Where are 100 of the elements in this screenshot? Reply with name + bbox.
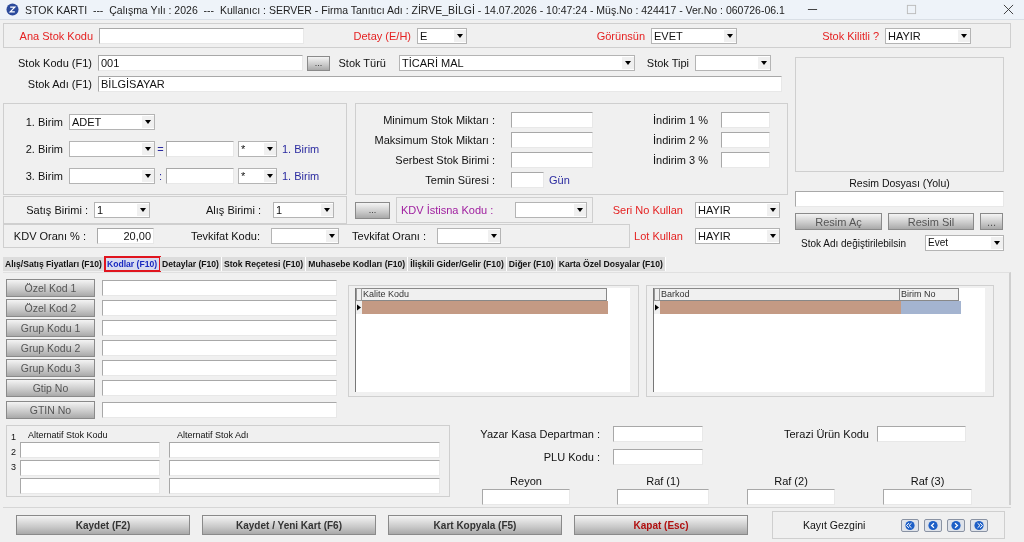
text-field[interactable] [747,489,835,505]
text-field[interactable] [20,478,160,494]
dropdown[interactable]: E [417,27,467,44]
text-field[interactable] [99,27,304,44]
image-button[interactable]: Resim Sil [888,213,974,230]
dropdown[interactable] [515,202,587,218]
dropdown[interactable] [437,228,501,244]
field-label: Stok Adı değiştirilebilsin [800,237,908,249]
tab[interactable]: Karta Özel Dosyalar (F10) [556,257,666,271]
text-field[interactable] [721,132,770,148]
grid-cell[interactable] [660,301,901,314]
text-field[interactable] [511,112,593,128]
text-field[interactable] [795,191,1004,207]
dropdown[interactable]: ADET [69,113,155,130]
text-field[interactable] [877,425,966,442]
tab[interactable]: Muhasebe Kodları (F10) [306,257,409,271]
dropdown[interactable]: 1 [273,202,334,218]
image-button[interactable]: Resim Aç [795,213,882,230]
dropdown[interactable]: TİCARİ MAL [399,55,635,71]
prev-record-icon[interactable] [924,518,943,532]
tab[interactable]: Diğer (F10) [506,257,557,271]
text-field[interactable] [169,442,440,458]
text-field[interactable] [20,460,160,476]
text-field[interactable] [613,425,703,442]
maximize-icon[interactable] [906,4,917,15]
separator-text: = [156,143,165,155]
caret-icon [758,57,770,69]
browse-button[interactable]: ... [307,55,330,71]
text-field[interactable] [511,152,593,168]
row-indicator [654,288,660,301]
last-record-icon[interactable] [970,518,989,532]
field-label: Stok Adı (F1) [26,78,93,90]
code-button[interactable]: Grup Kodu 1 [6,319,95,337]
grid-cell[interactable] [901,301,961,314]
dropdown[interactable]: * [238,168,277,185]
dropdown[interactable] [69,141,155,157]
code-button[interactable]: GTIN No [6,401,95,419]
code-button[interactable]: Özel Kod 2 [6,299,95,317]
text-field[interactable] [102,300,337,316]
tab[interactable]: Kodlar (F10) [104,257,161,271]
caret-icon [142,143,154,155]
field-label: Minimum Stok Miktarı : [382,114,496,126]
close-icon[interactable] [1003,4,1014,15]
dropdown[interactable]: * [238,141,277,157]
text-field[interactable] [102,380,337,396]
text-field[interactable] [613,448,703,465]
text-field[interactable] [166,168,234,185]
text-field[interactable] [102,340,337,356]
next-record-icon[interactable] [947,518,966,532]
text-field[interactable] [617,489,709,505]
tab[interactable]: Detaylar (F10) [160,257,222,271]
footer-button[interactable]: Kaydet / Yeni Kart (F6) [202,515,376,535]
first-record-icon[interactable] [901,518,920,532]
text-field[interactable] [169,478,440,494]
footer-button[interactable]: Kapat (Esc) [574,515,748,535]
code-button[interactable]: Özel Kod 1 [6,279,95,297]
dropdown[interactable]: HAYIR [885,27,971,44]
column-header: Kalite Kodu [362,288,607,301]
text-field[interactable] [20,442,160,458]
text-field[interactable] [511,172,544,188]
dropdown[interactable] [271,228,339,244]
code-button[interactable]: Gtip No [6,379,95,397]
tab[interactable]: İlişkili Gider/Gelir (F10) [408,257,507,271]
field-label: Raf (2) [774,475,808,489]
text-field[interactable] [169,460,440,476]
field-label: Tevkifat Oranı : [351,230,427,242]
column-header: Alternatif Stok Kodu [27,430,109,442]
code-button[interactable]: Grup Kodu 2 [6,339,95,357]
grid-cell[interactable] [362,301,608,314]
text-field[interactable] [482,489,570,505]
dropdown[interactable] [695,55,771,71]
text-field[interactable]: BİLGİSAYAR [98,76,782,92]
text-field[interactable] [166,141,234,157]
dropdown[interactable] [69,168,155,185]
text-field[interactable]: 20,00 [97,228,154,244]
unit-label: Gün [548,174,571,186]
text-field[interactable] [721,152,770,168]
field-label: Görünsün [595,29,646,42]
text-field[interactable] [102,402,337,418]
text-field[interactable] [102,320,337,336]
code-button[interactable]: Grup Kodu 3 [6,359,95,377]
dropdown[interactable]: 1 [94,202,150,218]
footer-button[interactable]: Kaydet (F2) [16,515,190,535]
tab[interactable]: Alış/Satış Fiyatları (F10) [3,257,105,271]
footer-button[interactable]: Kart Kopyala (F5) [388,515,562,535]
text-field[interactable] [721,112,770,128]
field-label: Alış Birimi : [205,204,262,216]
text-field[interactable] [102,360,337,376]
tab[interactable]: Stok Reçetesi (F10) [221,257,307,271]
dropdown[interactable]: Evet [925,235,1004,251]
dropdown[interactable]: HAYIR [695,202,780,218]
browse-button[interactable]: ... [355,201,390,219]
text-field[interactable]: 001 [98,55,303,71]
dropdown[interactable]: HAYIR [695,228,780,244]
text-field[interactable] [511,132,593,148]
image-button[interactable]: ... [980,213,1003,230]
text-field[interactable] [883,489,972,505]
field-label: Stok Kodu (F1) [17,57,93,69]
dropdown[interactable]: EVET [651,27,737,44]
text-field[interactable] [102,280,337,296]
